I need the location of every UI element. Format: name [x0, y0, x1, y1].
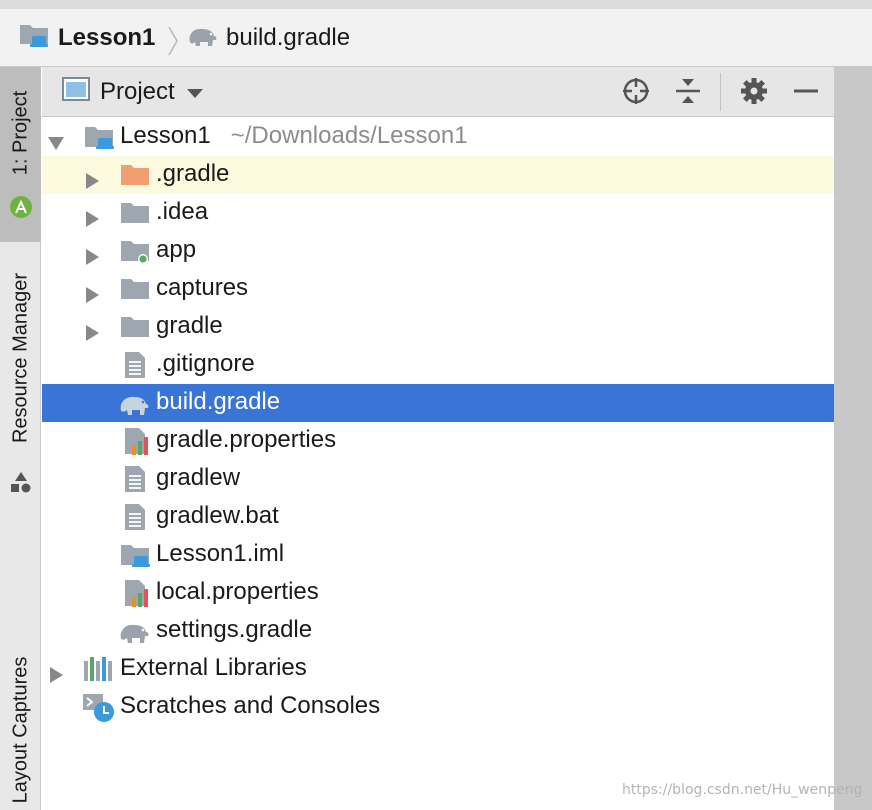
chevron-down-icon [186, 78, 203, 106]
minimize-icon [793, 78, 819, 109]
tool-tab-project-label: 1: Project [9, 90, 31, 176]
tree-item-label: Lesson1.iml [156, 540, 285, 567]
gradle-elephant-icon [186, 22, 218, 55]
collapsed-arrow-icon [86, 244, 100, 272]
settings-button[interactable] [738, 77, 770, 109]
tree-row-gradlew[interactable]: gradlew [42, 460, 834, 498]
folder-orange-icon [120, 161, 152, 189]
header-divider [720, 73, 721, 111]
tree-row-idea[interactable]: .idea [42, 194, 834, 232]
collapse-all-button[interactable] [672, 77, 704, 109]
tree-item-label: local.properties [156, 578, 319, 605]
text-file-icon [120, 465, 152, 493]
tool-tab-resource-manager-label: Resource Manager [9, 272, 31, 444]
tree-row-captures[interactable]: captures [42, 270, 834, 308]
breadcrumb-project-label: Lesson1 [58, 24, 156, 51]
collapsed-arrow-icon [86, 206, 100, 234]
tree-item-label: gradlew [156, 464, 241, 491]
navigation-bar: Lesson1 build.gradle [0, 0, 872, 67]
watermark: https://blog.csdn.net/Hu_wenpeng [622, 782, 863, 798]
android-icon [9, 195, 33, 224]
tree-root-name: Lesson1 [120, 122, 211, 149]
scratches-console-icon [82, 693, 114, 722]
tree-item-label: settings.gradle [156, 616, 313, 643]
tree-item-label: .gradle [156, 160, 230, 187]
tree-row-iml[interactable]: Lesson1.iml [42, 536, 834, 574]
folder-icon [120, 313, 152, 341]
locate-button[interactable] [620, 77, 652, 109]
locate-icon [621, 76, 651, 111]
properties-file-icon [120, 579, 152, 607]
collapsed-arrow-icon [86, 282, 100, 310]
project-panel-header: Project [42, 67, 834, 117]
tree-root-path: ~/Downloads/Lesson1 [230, 122, 468, 149]
project-panel: Project Lesson1 ~/Downloads/Lesson1 .gra… [42, 67, 834, 810]
expanded-arrow-icon [48, 130, 64, 158]
tree-row-settings-gradle[interactable]: settings.gradle [42, 612, 834, 650]
breadcrumb-file-label: build.gradle [226, 24, 351, 51]
collapsed-arrow-icon [86, 320, 100, 348]
project-module-icon [18, 22, 50, 55]
tree-root-label: Lesson1 ~/Downloads/Lesson1 [120, 122, 468, 150]
tool-tab-resource-manager[interactable]: Resource Manager [0, 262, 41, 507]
project-view-label: Project [100, 78, 175, 105]
text-file-icon [120, 351, 152, 379]
tree-row-external-libraries[interactable]: External Libraries [42, 650, 834, 688]
tree-row-scratches[interactable]: Scratches and Consoles [42, 688, 834, 726]
libraries-icon [82, 655, 114, 683]
module-folder-icon [120, 237, 152, 265]
minimize-button[interactable] [790, 77, 822, 109]
tree-item-label: gradle [156, 312, 223, 339]
project-view-icon [62, 76, 90, 108]
collapsed-arrow-icon [86, 168, 100, 196]
tree-item-label: gradlew.bat [156, 502, 279, 529]
gradle-elephant-icon [118, 389, 150, 417]
tree-item-label: captures [156, 274, 249, 301]
module-file-icon [120, 541, 152, 569]
tree-row-build-gradle[interactable]: build.gradle [42, 384, 834, 422]
folder-icon [120, 275, 152, 303]
project-view-selector[interactable]: Project [62, 75, 203, 109]
tree-row-gradle-dir[interactable]: .gradle [42, 156, 834, 194]
tree-item-label: gradle.properties [156, 426, 337, 453]
tree-row-root[interactable]: Lesson1 ~/Downloads/Lesson1 [42, 118, 834, 156]
breadcrumb-separator-icon [166, 25, 180, 62]
tool-tab-layout-captures[interactable]: Layout Captures [0, 642, 41, 810]
tree-row-gradle[interactable]: gradle [42, 308, 834, 346]
tree-item-label: .idea [156, 198, 209, 225]
breadcrumb-file[interactable]: build.gradle [186, 21, 350, 55]
gradle-elephant-icon [118, 617, 150, 645]
text-file-icon [120, 503, 152, 531]
collapsed-arrow-icon [50, 662, 64, 690]
project-module-icon [84, 123, 116, 151]
gear-icon [740, 77, 768, 110]
tree-row-local-properties[interactable]: local.properties [42, 574, 834, 612]
tree-row-gitignore[interactable]: .gitignore [42, 346, 834, 384]
breadcrumb-project[interactable]: Lesson1 [18, 21, 155, 55]
collapse-all-icon [674, 76, 702, 111]
tool-tab-layout-captures-label: Layout Captures [9, 656, 31, 804]
tree-item-label: app [156, 236, 197, 263]
tree-item-label: External Libraries [120, 654, 307, 681]
tool-tab-project[interactable]: 1: Project [0, 67, 41, 242]
properties-file-icon [120, 427, 152, 455]
left-tool-strip: 1: Project Resource Manager Layout Captu… [0, 67, 41, 810]
tree-item-label: .gitignore [156, 350, 255, 377]
tree-row-gradlew-bat[interactable]: gradlew.bat [42, 498, 834, 536]
shapes-icon [9, 470, 33, 499]
right-gray-strip [834, 67, 872, 810]
tree-item-label: Scratches and Consoles [120, 692, 381, 719]
tree-row-app[interactable]: app [42, 232, 834, 270]
folder-icon [120, 199, 152, 227]
tree-item-label: build.gradle [156, 388, 281, 415]
tree-row-gradle-properties[interactable]: gradle.properties [42, 422, 834, 460]
